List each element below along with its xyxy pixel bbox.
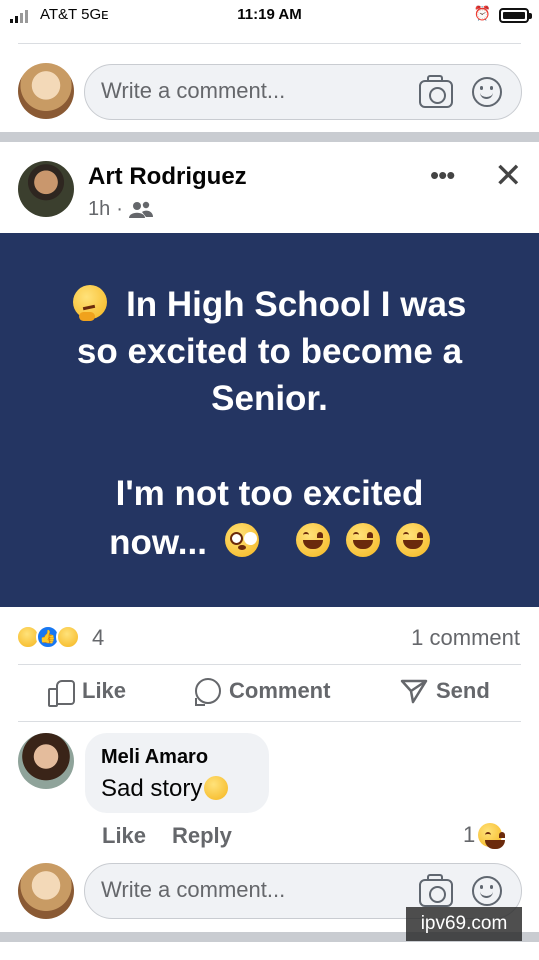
- send-label: Send: [436, 678, 490, 703]
- battery-icon: [499, 8, 532, 23]
- like-button[interactable]: Like: [48, 678, 127, 707]
- banner-line-1: In High School I was: [0, 281, 539, 328]
- comment-bubble-icon: [195, 678, 221, 706]
- my-avatar[interactable]: [18, 863, 74, 919]
- comment-reaction-count: 1: [463, 822, 476, 847]
- flushed-emoji-icon: [224, 523, 259, 557]
- section-divider: [0, 132, 539, 142]
- comment-reactions[interactable]: 1: [463, 822, 506, 849]
- comment-text-row: Sad story: [101, 775, 229, 803]
- divider: [18, 721, 521, 722]
- comment-text: Sad story: [101, 775, 203, 802]
- comment-input-placeholder: Write a comment...: [101, 78, 286, 103]
- divider: [18, 43, 521, 44]
- comment-input[interactable]: Write a comment...: [84, 64, 522, 120]
- my-avatar[interactable]: [18, 63, 74, 119]
- post-meta: 1h ·: [88, 198, 153, 221]
- comment-input-placeholder: Write a comment...: [101, 877, 286, 902]
- commenter-avatar[interactable]: [18, 733, 74, 789]
- more-options-icon[interactable]: •••: [430, 160, 455, 191]
- haha-reaction-icon: [478, 823, 506, 849]
- alarm-icon: ⏰: [473, 5, 491, 21]
- post-time[interactable]: 1h: [88, 198, 110, 221]
- meta-separator: ·: [116, 198, 123, 220]
- banner-text-1: In High School I was: [126, 285, 467, 324]
- friends-icon: [128, 201, 153, 218]
- post-author-name[interactable]: Art Rodriguez: [88, 163, 247, 191]
- status-time: 11:19 AM: [237, 6, 302, 23]
- banner-line-4: I'm not too excited: [115, 474, 424, 513]
- send-icon: [400, 678, 428, 704]
- author-avatar[interactable]: [18, 161, 74, 217]
- send-button[interactable]: Send: [400, 678, 490, 704]
- sad-reaction-icon: [56, 625, 80, 649]
- comment-reply-button[interactable]: Reply: [172, 823, 232, 849]
- camera-icon[interactable]: [419, 75, 453, 108]
- comment-count[interactable]: 1 comment: [411, 625, 520, 651]
- crying-emoji-icon: [204, 776, 229, 800]
- status-bar: AT&T 5Gᴇ 11:19 AM ⏰: [0, 0, 539, 32]
- post-banner[interactable]: In High School I was so excited to becom…: [0, 233, 539, 607]
- laughing-emoji-icon: [296, 523, 331, 557]
- comment-button[interactable]: Comment: [195, 678, 331, 706]
- watermark: ipv69.com: [406, 907, 522, 941]
- laughing-emoji-icon: [395, 523, 430, 557]
- banner-line-3: Senior.: [211, 379, 328, 418]
- thumbs-up-icon: [48, 678, 75, 707]
- comment-author[interactable]: Meli Amaro: [101, 746, 208, 769]
- comment-like-button[interactable]: Like: [102, 823, 146, 849]
- banner-line-5: now...: [0, 519, 539, 566]
- laughing-emoji-icon: [346, 523, 381, 557]
- divider: [18, 664, 521, 665]
- like-label: Like: [82, 678, 127, 703]
- emoji-icon[interactable]: [472, 876, 502, 906]
- thinking-emoji-icon: [72, 285, 107, 321]
- reaction-icons[interactable]: 👍: [16, 625, 96, 651]
- banner-line-2: so excited to become a: [76, 332, 463, 371]
- emoji-icon[interactable]: [472, 77, 502, 107]
- comment-label: Comment: [229, 678, 331, 703]
- banner-text-5: now...: [109, 523, 207, 562]
- reaction-count[interactable]: 4: [92, 625, 104, 651]
- comment-bubble[interactable]: Meli Amaro Sad story: [85, 733, 269, 813]
- close-icon[interactable]: ✕: [494, 156, 523, 196]
- camera-icon[interactable]: [419, 874, 453, 907]
